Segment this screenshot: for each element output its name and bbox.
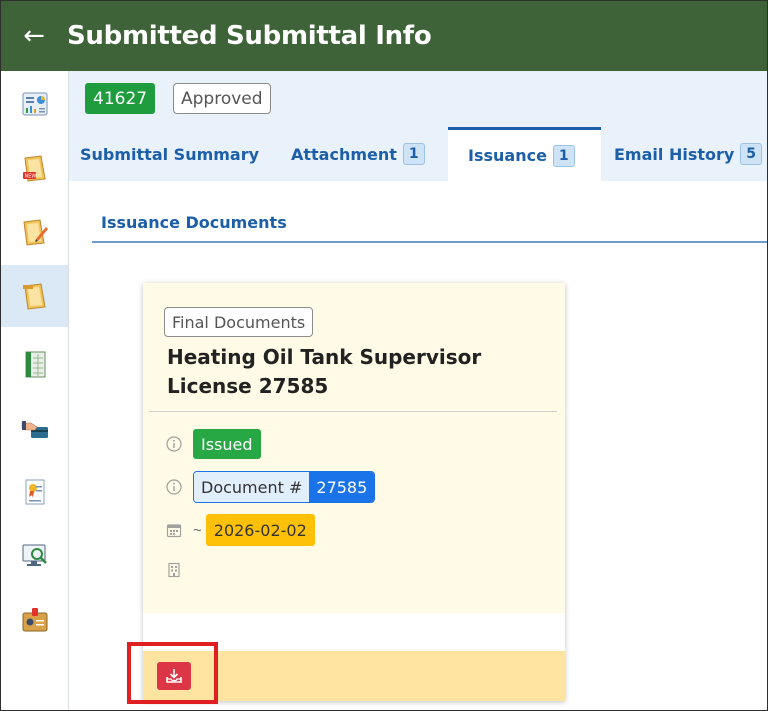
sidebar-item-dashboard[interactable] (1, 73, 68, 135)
sidebar-item-id-badge[interactable] (1, 589, 68, 651)
tab-attachment[interactable]: Attachment 1 (291, 127, 425, 181)
edit-submittal-icon (22, 219, 48, 246)
sidebar-item-spreadsheet[interactable] (1, 333, 68, 395)
back-button[interactable]: ← (1, 1, 67, 71)
tab-label: Email History (614, 144, 735, 164)
tab-submittal-summary[interactable]: Submittal Summary (80, 127, 259, 181)
sidebar-item-new-submittal[interactable]: NEW (1, 137, 68, 199)
status-row: Issued (165, 429, 261, 459)
date-prefix: ~ (193, 521, 202, 539)
app-window: ← Submitted Submittal Info NEW 41627 App… (0, 0, 768, 711)
svg-text:NEW: NEW (24, 174, 36, 180)
id-badge-icon (22, 608, 47, 632)
sidebar-item-edit-submittal[interactable] (1, 201, 68, 263)
date-badge: 2026-02-02 (205, 514, 315, 546)
tab-label: Submittal Summary (80, 144, 260, 164)
arrow-left-icon: ← (23, 21, 45, 51)
sidebar-item-submitted-submittal[interactable] (1, 265, 68, 327)
page-title: Submitted Submittal Info (67, 21, 432, 51)
tab-email-history[interactable]: Email History 5 (614, 127, 763, 181)
document-number-row: Document # 27585 (165, 471, 376, 503)
date-row: ~ 2026-02-02 (165, 514, 315, 546)
issued-status-badge: Issued (193, 429, 261, 459)
payment-card-icon (21, 421, 48, 438)
submitted-submittal-icon (22, 283, 46, 310)
card-divider (149, 411, 557, 412)
sidebar-item-monitor-search[interactable] (1, 525, 68, 587)
info-icon (165, 435, 183, 453)
document-card: Final Documents Heating Oil Tank Supervi… (143, 283, 565, 701)
main-content: 41627 Approved Submittal Summary Attachm… (69, 71, 767, 710)
tab-issuance[interactable]: Issuance 1 (448, 127, 601, 181)
document-number-badge: Document # 27585 (193, 471, 376, 503)
dashboard-chart-icon (22, 92, 47, 116)
section-title: Issuance Documents (101, 213, 287, 232)
sidebar-item-certificate[interactable] (1, 461, 68, 523)
tab-bar: Submittal Summary Attachment 1 Issuance … (69, 127, 767, 181)
document-type-badge: Final Documents (164, 307, 314, 337)
tab-label: Attachment (291, 144, 397, 164)
submittal-id-badge: 41627 (85, 83, 156, 114)
section-divider (92, 241, 767, 243)
new-submittal-icon: NEW (22, 155, 46, 182)
spreadsheet-icon (25, 351, 45, 378)
certificate-icon (25, 479, 44, 505)
building-icon (165, 561, 183, 579)
highlight-box (127, 642, 218, 704)
page-header: ← Submitted Submittal Info (1, 1, 767, 71)
tab-count-badge: 1 (552, 144, 575, 167)
tab-label: Issuance (468, 146, 547, 165)
submittal-status-bar: 41627 Approved (69, 71, 767, 127)
tab-count-badge: 5 (740, 143, 763, 165)
tab-count-badge: 1 (402, 143, 425, 165)
status-badge: Approved (173, 83, 271, 114)
monitor-search-icon (22, 544, 47, 566)
info-icon (165, 478, 183, 496)
sidebar: NEW (1, 71, 69, 710)
building-row (165, 561, 193, 579)
document-number-value: 27585 (309, 472, 375, 502)
document-title: Heating Oil Tank Supervisor License 2758… (167, 345, 482, 398)
calendar-icon (165, 521, 183, 539)
sidebar-item-payment[interactable] (1, 397, 68, 459)
document-number-label: Document # (194, 472, 310, 502)
